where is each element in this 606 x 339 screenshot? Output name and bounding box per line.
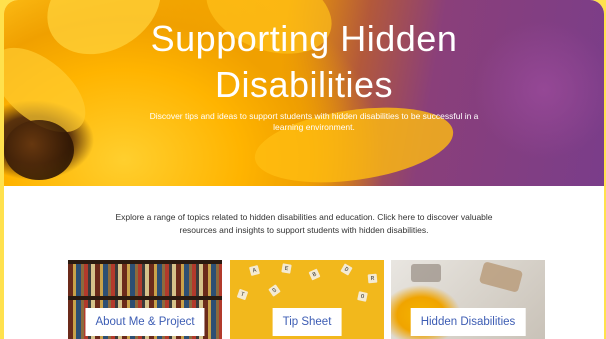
hero-banner: Supporting Hidden Disabilities Discover …: [4, 0, 604, 186]
tip-sheet-button[interactable]: Tip Sheet: [272, 308, 342, 336]
desk-supplies-image: [478, 261, 524, 293]
letter-tile-image: B: [308, 268, 321, 281]
letter-tile-image: S: [268, 284, 281, 297]
flower-center-image: [4, 120, 74, 180]
letter-tile-image: R: [367, 273, 378, 284]
bookshelf-divider: [68, 296, 222, 300]
letter-tile-image: O: [357, 291, 368, 302]
letter-tile-image: T: [236, 288, 249, 301]
bookshelf-divider: [68, 260, 222, 264]
letter-tile-image: A: [248, 264, 261, 277]
hidden-disabilities-card[interactable]: Hidden Disabilities: [391, 260, 545, 339]
hidden-disabilities-button[interactable]: Hidden Disabilities: [410, 308, 526, 336]
intro-link-text[interactable]: Explore a range of topics related to hid…: [104, 211, 504, 237]
about-me-project-button[interactable]: About Me & Project: [85, 308, 205, 336]
page-title: Supporting Hidden Disabilities: [4, 16, 604, 108]
hero-subtitle: Discover tips and ideas to support stude…: [149, 111, 479, 132]
letter-tile-image: D: [340, 263, 353, 276]
page-title-line: Disabilities: [214, 64, 394, 105]
about-me-project-card[interactable]: About Me & Project: [68, 260, 222, 339]
letter-tile-image: E: [281, 263, 292, 274]
sunflower-petal-image: [250, 96, 458, 186]
desk-supplies-image: [411, 264, 441, 282]
page-title-line: Supporting Hidden: [150, 18, 458, 59]
tip-sheet-card[interactable]: A E B D R T S O Tip Sheet: [230, 260, 384, 339]
page-frame: Supporting Hidden Disabilities Discover …: [4, 0, 604, 339]
